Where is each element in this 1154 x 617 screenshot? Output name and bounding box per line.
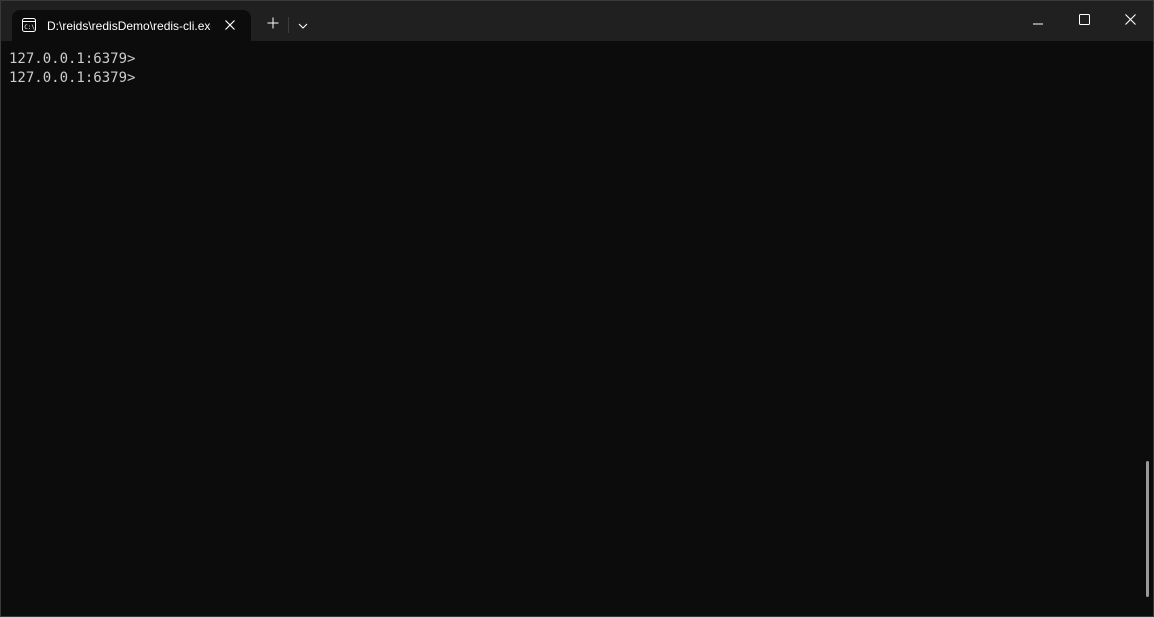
minimize-icon [1033,12,1043,30]
terminal-output[interactable]: 127.0.0.1:6379> 127.0.0.1:6379> [1,41,1153,616]
minimize-button[interactable] [1015,1,1061,41]
plus-icon [267,16,279,34]
tab-redis-cli[interactable]: C:\ D:\reids\redisDemo\redis-cli.exe [12,10,251,41]
tab-dropdown-button[interactable] [291,12,315,38]
chevron-down-icon [298,16,308,34]
close-window-button[interactable] [1107,1,1153,41]
title-bar[interactable]: C:\ D:\reids\redisDemo\redis-cli.exe [1,1,1153,41]
close-icon [1124,12,1136,30]
tab-button-divider [288,17,289,33]
close-tab-button[interactable] [220,16,240,36]
prompt-line: 127.0.0.1:6379> [9,51,136,67]
scrollbar-thumb[interactable] [1146,461,1149,597]
maximize-icon [1078,12,1090,30]
tab-title: D:\reids\redisDemo\redis-cli.exe [47,19,211,33]
new-tab-button[interactable] [260,12,286,38]
prompt-line: 127.0.0.1:6379> [9,70,136,86]
terminal-icon: C:\ [22,18,36,32]
maximize-button[interactable] [1061,1,1107,41]
terminal-window: C:\ D:\reids\redisDemo\redis-cli.exe 127… [0,0,1154,617]
close-icon [225,17,235,35]
svg-text:C:\: C:\ [24,24,35,31]
